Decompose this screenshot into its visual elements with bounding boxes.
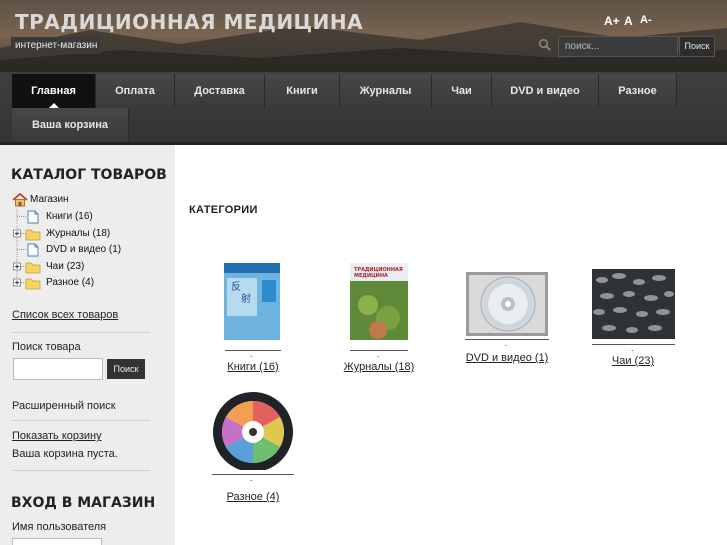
menu-item-delivery[interactable]: Доставка: [175, 74, 265, 108]
tree-item-label: Книги (16): [46, 211, 93, 222]
sidebar-divider: [12, 420, 150, 421]
category-dvd[interactable]: . DVD и видео (1): [461, 260, 553, 380]
category-label[interactable]: Журналы (18): [333, 361, 425, 373]
round-chart-thumbnail-icon: [213, 392, 293, 470]
menu-item-magazines[interactable]: Журналы: [340, 74, 432, 108]
category-teas[interactable]: . Чаи (23): [587, 260, 679, 380]
menu-item-cart[interactable]: Ваша корзина: [12, 108, 129, 142]
home-icon: [12, 193, 28, 207]
tree-root-label: Магазин: [30, 194, 69, 205]
sidebar-divider: [12, 332, 150, 333]
site-title[interactable]: ТРАДИЦИОННАЯ МЕДИЦИНА: [15, 10, 363, 34]
tree-root[interactable]: Магазин: [12, 192, 162, 207]
expand-folder-icon: [13, 275, 41, 290]
thumbnail-underline: [350, 350, 408, 351]
product-search-input[interactable]: [13, 358, 103, 380]
font-decrease-button[interactable]: A-: [640, 14, 652, 26]
magazine-cover-thumbnail-icon: ТРАДИЦИОННАЯ МЕДИЦИНА: [350, 263, 408, 340]
thumbnail-underline: [212, 474, 294, 475]
tree-item-label: DVD и видео (1): [46, 244, 122, 255]
thumbnail-underline: [465, 339, 549, 340]
sidebar-divider: [12, 470, 150, 471]
book-cover-thumbnail-icon: 反 射: [224, 263, 280, 340]
category-misc[interactable]: . Разное (4): [207, 390, 299, 510]
category-label[interactable]: DVD и видео (1): [461, 352, 553, 364]
product-search-button[interactable]: Поиск: [107, 359, 145, 379]
menu-item-misc[interactable]: Разное: [599, 74, 677, 108]
menu-item-teas[interactable]: Чаи: [432, 74, 492, 108]
category-label[interactable]: Разное (4): [207, 491, 299, 503]
file-icon: [16, 242, 39, 257]
all-products-link[interactable]: Список всех товаров: [12, 309, 118, 321]
thumbnail-underline: [592, 344, 675, 345]
dvd-case-thumbnail-icon: [466, 272, 548, 336]
catalog-heading: КАТАЛОГ ТОВАРОВ: [11, 167, 167, 183]
category-label[interactable]: Книги (16): [207, 361, 299, 373]
categories-heading: КАТЕГОРИИ: [189, 204, 258, 216]
search-button[interactable]: Поиск: [679, 36, 715, 57]
show-cart-link[interactable]: Показать корзину: [12, 430, 102, 442]
tree-item-misc[interactable]: Разное (4): [12, 275, 162, 290]
menu-item-home[interactable]: Главная: [12, 74, 96, 108]
username-label: Имя пользователя: [12, 521, 107, 533]
menu-item-payment[interactable]: Оплата: [96, 74, 175, 108]
search-input[interactable]: [558, 36, 678, 57]
cart-status-text: Ваша корзина пуста.: [12, 448, 118, 460]
product-search-label: Поиск товара: [12, 341, 81, 353]
site-header: ТРАДИЦИОННАЯ МЕДИЦИНА интернет-магазин A…: [0, 0, 727, 72]
expand-folder-icon: [13, 259, 41, 274]
login-heading: ВХОД В МАГАЗИН: [11, 495, 156, 511]
svg-text:射: 射: [241, 293, 251, 305]
tree-item-dvd[interactable]: DVD и видео (1): [12, 242, 162, 257]
search-icon: [538, 38, 551, 51]
tree-item-label: Разное (4): [46, 277, 95, 288]
category-books[interactable]: 反 射 . Книги (16): [207, 260, 299, 380]
menu-item-books[interactable]: Книги: [265, 74, 340, 108]
tree-item-books[interactable]: Книги (16): [12, 209, 162, 224]
svg-text:МЕДИЦИНА: МЕДИЦИНА: [354, 273, 388, 279]
tree-item-teas[interactable]: Чаи (23): [12, 259, 162, 274]
category-label[interactable]: Чаи (23): [587, 355, 679, 367]
sidebar: КАТАЛОГ ТОВАРОВ Магазин Книги (16) Журна: [0, 145, 175, 545]
tree-item-label: Журналы (18): [46, 228, 111, 239]
main-menu: Главная Оплата Доставка Книги Журналы Ча…: [0, 72, 727, 142]
tree-item-label: Чаи (23): [46, 261, 85, 272]
tea-leaves-thumbnail-icon: [592, 269, 675, 339]
site-subtitle: интернет-магазин: [11, 37, 102, 54]
menu-item-dvd[interactable]: DVD и видео: [492, 74, 599, 108]
category-magazines[interactable]: ТРАДИЦИОННАЯ МЕДИЦИНА . Журналы (18): [333, 260, 425, 380]
username-input[interactable]: [12, 538, 102, 545]
menu-item-label: Главная: [31, 85, 76, 97]
tree-item-magazines[interactable]: Журналы (18): [12, 226, 162, 241]
tree-connector-icon: [16, 209, 39, 224]
expand-folder-icon: [13, 226, 41, 241]
advanced-search-link[interactable]: Расширенный поиск: [12, 400, 116, 412]
thumbnail-underline: [225, 350, 281, 351]
svg-text:反: 反: [231, 281, 241, 293]
main-content: КАТЕГОРИИ 反 射 . Книги (16) ТРАДИЦИОННАЯ …: [175, 145, 727, 545]
font-reset-button[interactable]: A: [624, 14, 633, 28]
font-increase-button[interactable]: A+: [604, 14, 620, 28]
